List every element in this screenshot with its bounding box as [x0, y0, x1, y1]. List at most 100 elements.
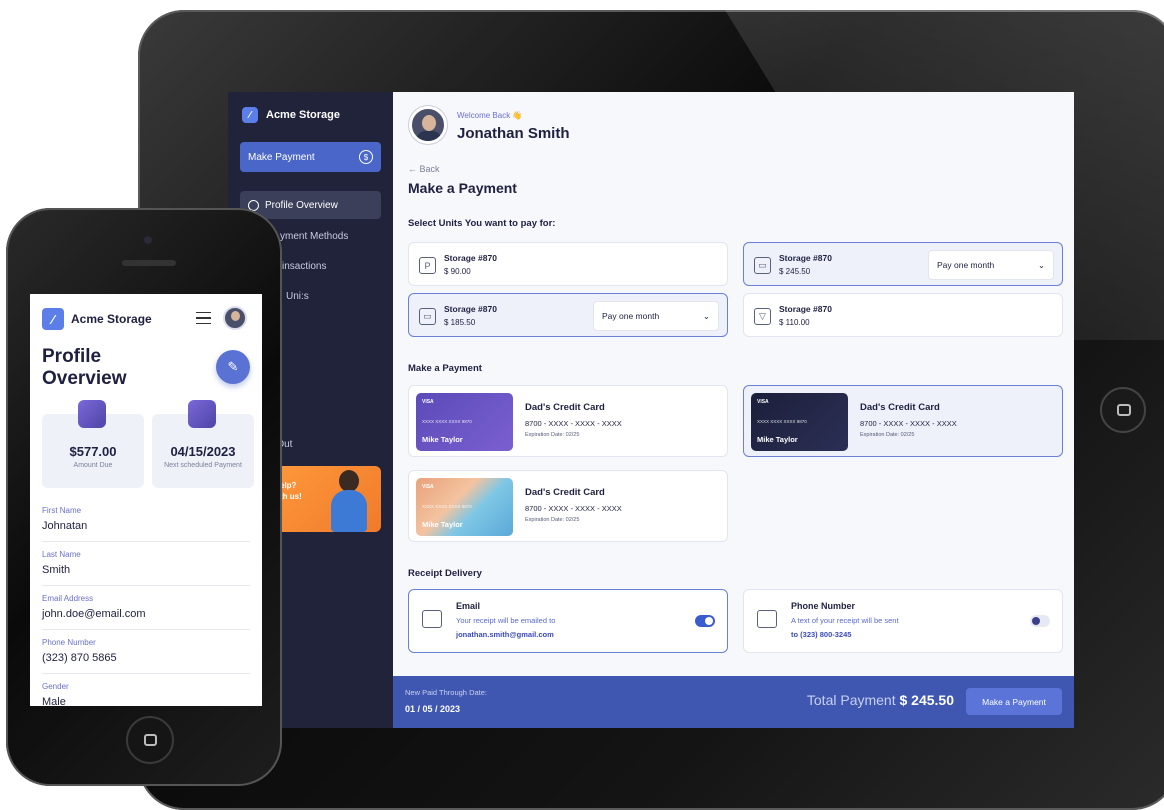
select-value: Pay one month: [602, 311, 660, 321]
receipt-email-option[interactable]: Email Your receipt will be emailed to jo…: [408, 589, 728, 653]
edit-button[interactable]: ✎: [216, 350, 250, 384]
card-number-image: XXXX XXXX XXXX 9870: [422, 504, 472, 509]
main-content: Welcome Back 👋 Jonathan Smith ← Back Mak…: [393, 92, 1074, 728]
hamburger-menu-icon[interactable]: [196, 312, 211, 324]
chevron-down-icon: ⌄: [702, 310, 710, 321]
envelope-icon: [422, 610, 442, 628]
payment-card[interactable]: VISA XXXX XXXX XXXX 9870 Mike Taylor Dad…: [408, 385, 728, 457]
phone-brand: ⁄ Acme Storage: [42, 308, 152, 330]
unit-name: Storage #870: [444, 304, 497, 314]
paid-through-label: New Paid Through Date:: [405, 688, 487, 697]
select-value: Pay one month: [937, 260, 995, 270]
amount-due-label: Amount Due: [73, 462, 113, 469]
brand-name: Acme Storage: [71, 312, 152, 326]
unit-card[interactable]: P Storage #870 $ 90.00: [408, 242, 728, 286]
unit-card[interactable]: ▭ Storage #870 $ 185.50 Pay one month ⌄: [408, 293, 728, 337]
field-value: Johnatan: [42, 520, 88, 532]
payment-section-label: Make a Payment: [408, 363, 482, 374]
brand: ⁄ Acme Storage: [242, 107, 340, 123]
next-payment-value: 04/15/2023: [170, 444, 236, 459]
payment-card[interactable]: VISA XXXX XXXX XXXX 9870 Mike Taylor Dad…: [743, 385, 1063, 457]
receipt-email-text: Your receipt will be emailed to: [456, 616, 556, 625]
logo-icon: ⁄: [242, 107, 258, 123]
welcome-text: Welcome Back 👋: [457, 111, 523, 120]
help-text: elp? th us!: [280, 481, 302, 501]
make-payment-button[interactable]: Make Payment $: [240, 142, 381, 172]
receipt-phone-option[interactable]: Phone Number A text of your receipt will…: [743, 589, 1063, 653]
gender-field[interactable]: Gender Male: [42, 676, 250, 706]
payment-card[interactable]: VISA XXXX XXXX XXXX 9870 Mike Taylor Dad…: [408, 470, 728, 542]
tablet-home-button[interactable]: [1100, 387, 1146, 433]
user-name: Jonathan Smith: [457, 125, 570, 142]
phone-home-button[interactable]: [126, 716, 174, 764]
avatar[interactable]: [409, 106, 447, 144]
sidebar-item-label: Profile Overview: [265, 199, 338, 211]
card-number-image: XXXX XXXX XXXX 9870: [422, 419, 472, 424]
field-value: Male: [42, 696, 66, 706]
field-label: Phone Number: [42, 638, 96, 647]
field-label: Last Name: [42, 550, 81, 559]
unit-price: $ 185.50: [444, 318, 476, 327]
phone-message-icon: [757, 610, 777, 628]
speaker: [122, 260, 176, 266]
page-title: Make a Payment: [408, 180, 517, 196]
back-link[interactable]: ← Back: [408, 164, 440, 174]
last-name-field[interactable]: Last Name Smith: [42, 544, 250, 586]
phone-toggle[interactable]: [1030, 615, 1050, 627]
home-icon: [144, 734, 157, 746]
card-expiration: Expiration Date: 02/25: [525, 432, 580, 438]
chevron-down-icon: ⌄: [1037, 259, 1045, 270]
storage-box-icon: ▭: [754, 257, 771, 274]
next-payment-stat: 04/15/2023 Next scheduled Payment: [152, 400, 254, 488]
card-expiration: Expiration Date: 02/25: [860, 432, 915, 438]
first-name-field[interactable]: First Name Johnatan: [42, 500, 250, 542]
card-brand: VISA: [422, 484, 434, 490]
receipt-email-value: jonathan.smith@gmail.com: [456, 630, 554, 639]
email-toggle[interactable]: [695, 615, 715, 627]
sidebar-item-label: Uni:s: [286, 290, 309, 302]
support-agent-image: [327, 470, 371, 532]
email-field[interactable]: Email Address john.doe@email.com: [42, 588, 250, 630]
credit-card-image: VISA XXXX XXXX XXXX 9870 Mike Taylor: [416, 478, 513, 536]
field-label: Email Address: [42, 594, 94, 603]
receipt-phone-text: A text of your receipt will be sent: [791, 616, 899, 625]
sidebar-item-label: yment Methods: [280, 230, 349, 242]
phone-number-field[interactable]: Phone Number (323) 870 5865: [42, 632, 250, 674]
card-holder: Mike Taylor: [757, 435, 798, 444]
receipt-phone-value: to (323) 800-3245: [791, 630, 852, 639]
payment-period-select[interactable]: Pay one month ⌄: [593, 301, 719, 331]
receipt-section-label: Receipt Delivery: [408, 568, 482, 579]
payment-period-select[interactable]: Pay one month ⌄: [928, 250, 1054, 280]
card-brand: VISA: [422, 399, 434, 405]
unit-name: Storage #870: [444, 253, 497, 263]
amount-due-stat: $577.00 Amount Due: [42, 400, 144, 488]
card-number: 8700 - XXXX - XXXX - XXXX: [525, 419, 622, 428]
total-payment: Total Payment $ 245.50: [807, 692, 954, 708]
receipt-phone-title: Phone Number: [791, 601, 856, 611]
field-label: Gender: [42, 682, 69, 691]
card-title: Dad's Credit Card: [525, 487, 605, 498]
paid-through-date: 01 / 05 / 2023: [405, 704, 461, 714]
unit-card[interactable]: ▽ Storage #870 $ 110.00: [743, 293, 1063, 337]
card-brand: VISA: [757, 399, 769, 405]
field-label: First Name: [42, 506, 82, 515]
card-number: 8700 - XXXX - XXXX - XXXX: [860, 419, 957, 428]
unit-price: $ 110.00: [779, 318, 810, 327]
storage-unit-icon: [78, 400, 106, 428]
field-value: Smith: [42, 564, 71, 576]
wine-glass-icon: ▽: [754, 308, 771, 325]
card-title: Dad's Credit Card: [525, 402, 605, 413]
field-value: (323) 870 5865: [42, 652, 117, 664]
unit-card[interactable]: ▭ Storage #870 $ 245.50 Pay one month ⌄: [743, 242, 1063, 286]
avatar[interactable]: [223, 306, 247, 330]
unit-price: $ 90.00: [444, 267, 471, 276]
camera: [144, 236, 152, 244]
brand-name: Acme Storage: [266, 109, 340, 121]
credit-card-image: VISA XXXX XXXX XXXX 9870 Mike Taylor: [416, 393, 513, 451]
total-value: $ 245.50: [899, 692, 955, 708]
card-number: 8700 - XXXX - XXXX - XXXX: [525, 504, 622, 513]
make-payment-submit-button[interactable]: Make a Payment: [966, 688, 1062, 715]
pencil-icon: ✎: [227, 359, 239, 374]
field-value: john.doe@email.com: [42, 608, 146, 620]
logo-icon: ⁄: [42, 308, 64, 330]
